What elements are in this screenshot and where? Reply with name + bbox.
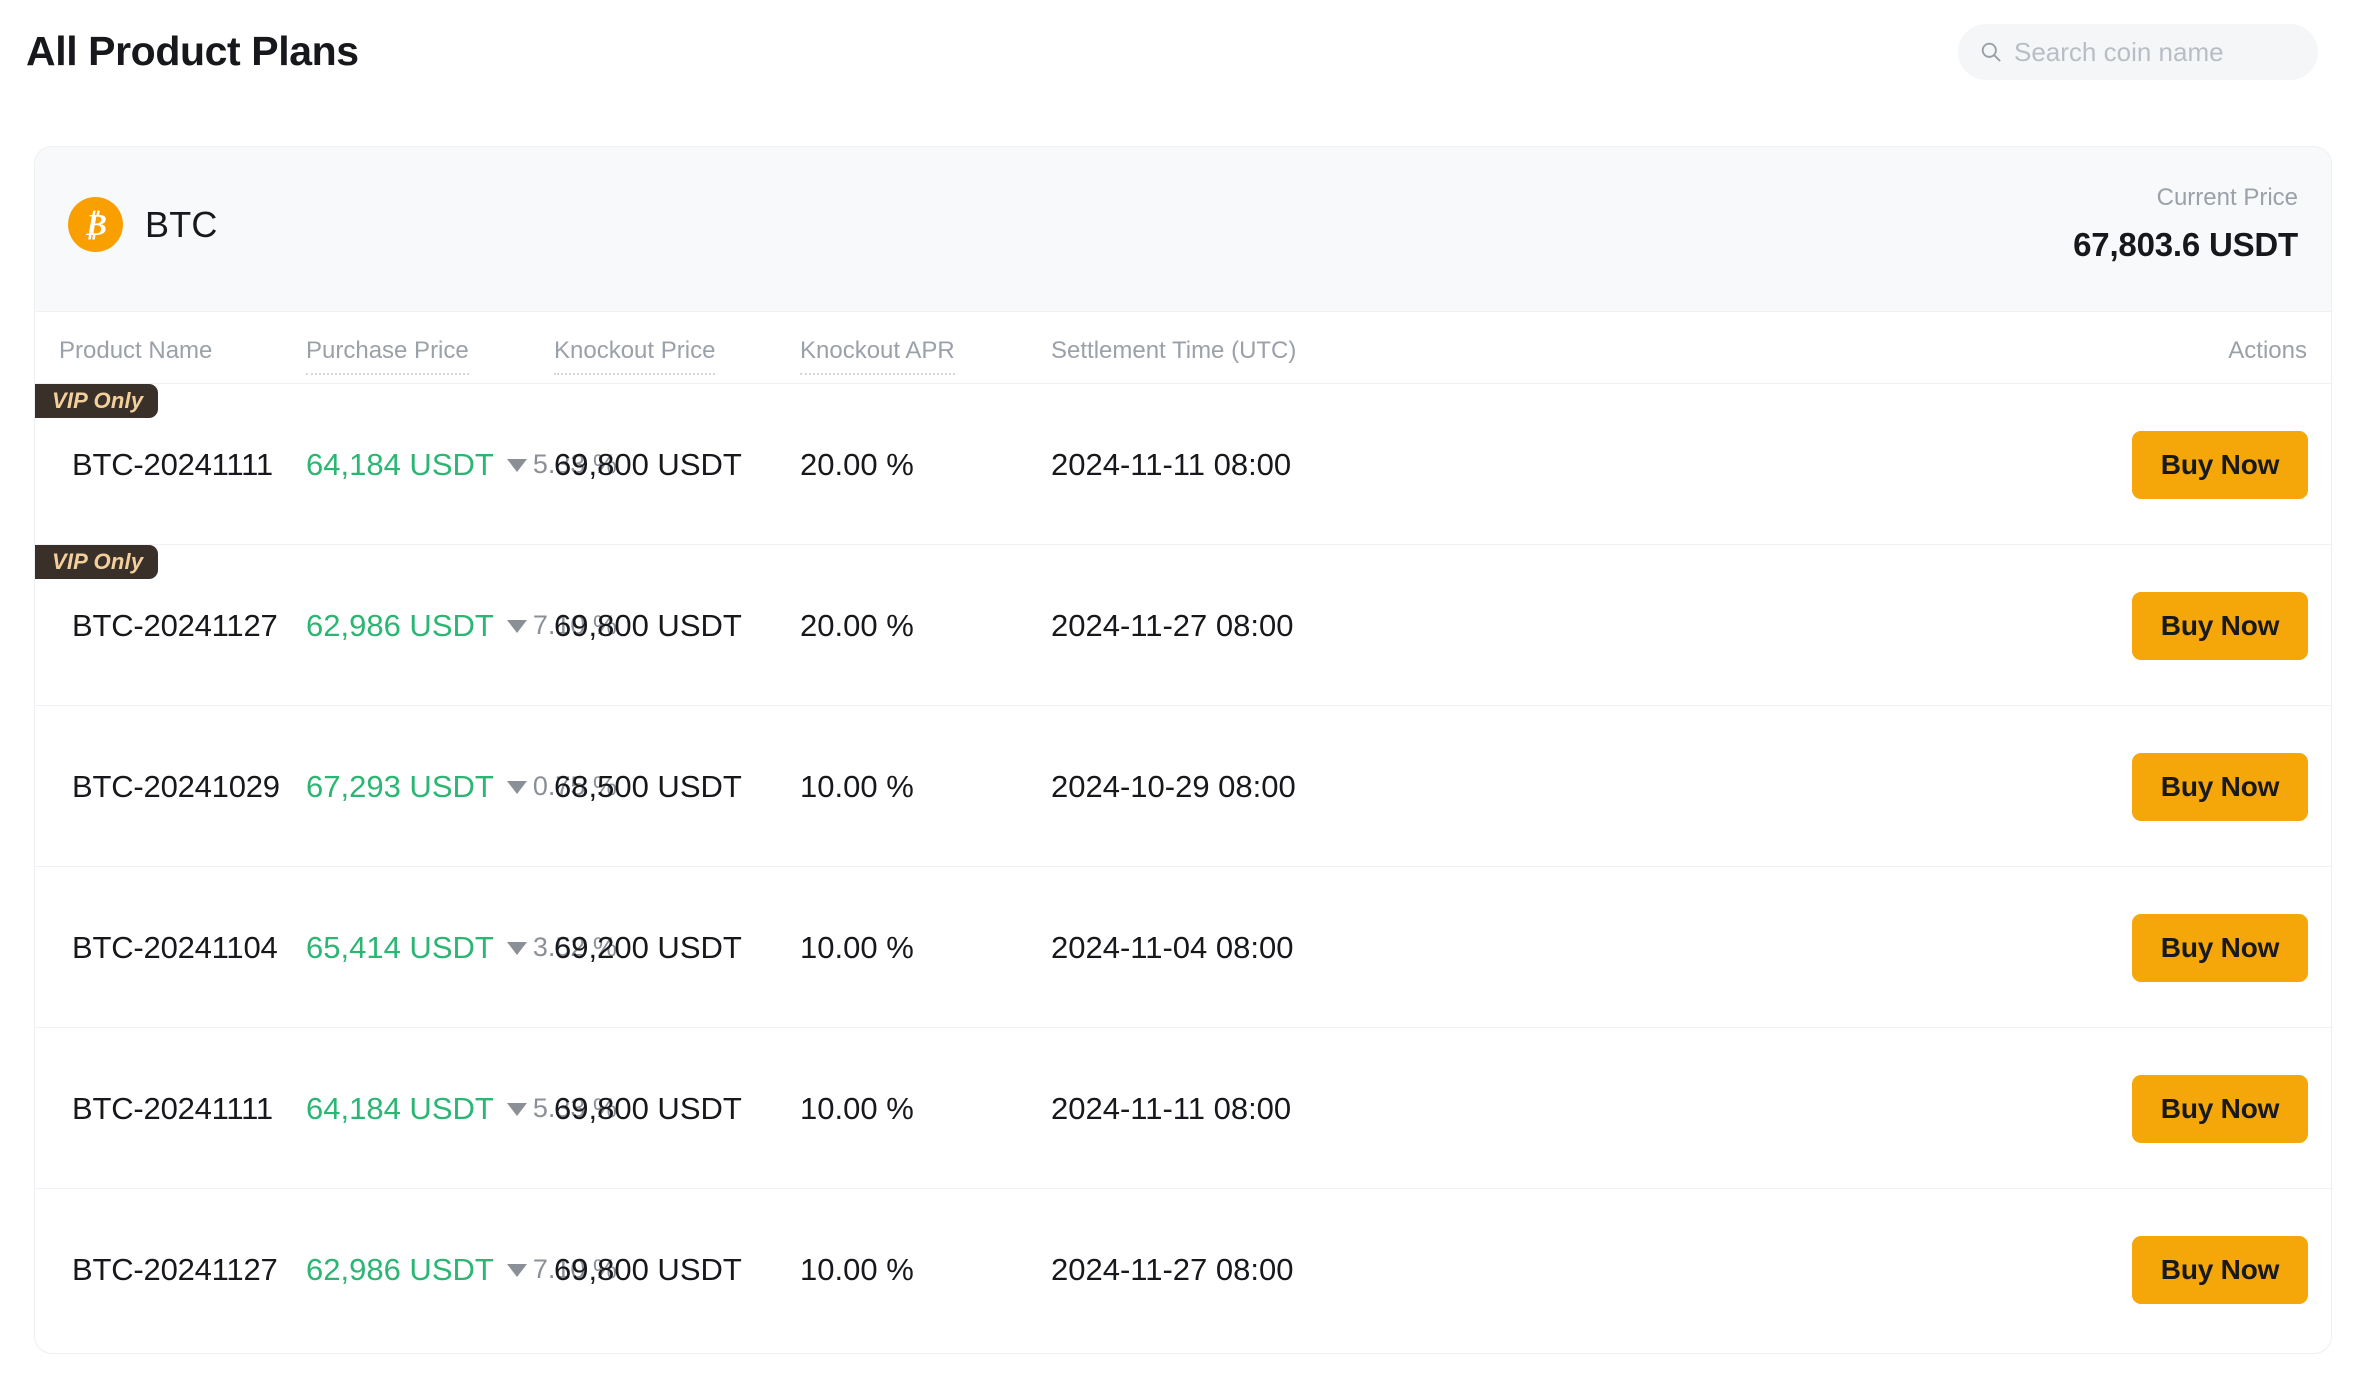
cell-knockout-apr: 10.00 % [800, 1090, 914, 1126]
table-row: VIP Only BTC-20241111 64,184 USDT 5.33 % 69,… [35, 384, 2331, 545]
product-plans-table: Product Name Purchase Price Knockout Pri… [35, 312, 2331, 1350]
search-input[interactable] [2014, 32, 2349, 72]
cell-actions: Buy Now [2132, 706, 2308, 867]
page-title: All Product Plans [26, 28, 359, 74]
cell-product-name: BTC-20241104 [72, 929, 278, 965]
buy-now-button[interactable]: Buy Now [2132, 430, 2308, 499]
cell-knockout-apr: 20.00 % [800, 446, 914, 482]
bitcoin-icon: ₿ [68, 197, 123, 252]
purchase-price-value: 64,184 USDT [306, 1090, 494, 1126]
table-row: BTC-20241104 65,414 USDT 3.52 % 69,200 USDT… [35, 867, 2331, 1028]
purchase-price-value: 64,184 USDT [306, 446, 494, 482]
triangle-down-icon [506, 459, 527, 472]
cell-product-name: BTC-20241111 [72, 1090, 273, 1126]
cell-settlement-time: 2024-11-11 08:00 [1051, 446, 1292, 482]
cell-settlement-time: 2024-10-29 08:00 [1051, 768, 1296, 804]
current-price-label: Current Price [2156, 184, 2298, 211]
buy-now-button[interactable]: Buy Now [2132, 1235, 2308, 1304]
coin-symbol: BTC [145, 203, 218, 245]
cell-knockout-apr: 10.00 % [800, 1251, 914, 1287]
cell-knockout-price: 69,800 USDT [554, 446, 742, 482]
cell-settlement-time: 2024-11-27 08:00 [1051, 607, 1294, 643]
search-icon [1980, 41, 2002, 63]
current-price-block: Current Price 67,803.6 USDT [2073, 181, 2298, 266]
column-header-purchase-price[interactable]: Purchase Price [306, 336, 469, 375]
coin-header: ₿ BTC Current Price 67,803.6 USDT [35, 147, 2331, 312]
product-plans-page: All Product Plans ₿ BTC [0, 0, 2366, 1378]
cell-actions: Buy Now [2132, 1189, 2308, 1350]
cell-actions: Buy Now [2132, 545, 2308, 706]
cell-knockout-apr: 10.00 % [800, 929, 914, 965]
buy-now-button[interactable]: Buy Now [2132, 591, 2308, 660]
coin-identity: ₿ BTC [68, 197, 218, 252]
cell-product-name: BTC-20241029 [72, 768, 280, 804]
cell-product-name: BTC-20241127 [72, 607, 278, 643]
cell-knockout-apr: 10.00 % [800, 768, 914, 804]
cell-settlement-time: 2024-11-27 08:00 [1051, 1251, 1294, 1287]
table-row: VIP Only BTC-20241127 62,986 USDT 7.10 % 69,… [35, 545, 2331, 706]
triangle-down-icon [506, 1264, 527, 1277]
cell-knockout-price: 69,200 USDT [554, 929, 742, 965]
buy-now-button[interactable]: Buy Now [2132, 913, 2308, 982]
cell-settlement-time: 2024-11-04 08:00 [1051, 929, 1294, 965]
column-header-product-name: Product Name [59, 337, 213, 364]
cell-product-name: BTC-20241111 [72, 446, 273, 482]
purchase-price-value: 62,986 USDT [306, 1251, 494, 1287]
triangle-down-icon [506, 620, 527, 633]
current-price-value: 67,803.6 USDT [2073, 226, 2298, 263]
column-header-knockout-price[interactable]: Knockout Price [554, 336, 716, 375]
cell-knockout-price: 68,500 USDT [554, 768, 742, 804]
column-header-knockout-apr[interactable]: Knockout APR [800, 336, 955, 375]
table-row: BTC-20241111 64,184 USDT 5.33 % 69,800 USDT… [35, 1028, 2331, 1189]
cell-knockout-price: 69,800 USDT [554, 1251, 742, 1287]
cell-knockout-apr: 20.00 % [800, 607, 914, 643]
search-box[interactable] [1958, 24, 2349, 80]
column-header-settlement-time: Settlement Time (UTC) [1051, 337, 1297, 364]
cell-actions: Buy Now [2132, 384, 2308, 545]
column-header-actions: Actions [2228, 337, 2307, 364]
table-row: BTC-20241029 67,293 USDT 0.75 % 68,500 USDT… [35, 706, 2331, 867]
page-header: All Product Plans [0, 0, 2366, 110]
triangle-down-icon [506, 781, 527, 794]
cell-actions: Buy Now [2132, 867, 2308, 1028]
buy-now-button[interactable]: Buy Now [2132, 752, 2308, 821]
table-header-row: Product Name Purchase Price Knockout Pri… [35, 312, 2331, 384]
purchase-price-value: 65,414 USDT [306, 929, 494, 965]
buy-now-button[interactable]: Buy Now [2132, 1074, 2308, 1143]
table-row: BTC-20241127 62,986 USDT 7.10 % 69,800 USDT… [35, 1189, 2331, 1350]
svg-text:₿: ₿ [84, 207, 107, 242]
purchase-price-value: 62,986 USDT [306, 607, 494, 643]
cell-settlement-time: 2024-11-11 08:00 [1051, 1090, 1292, 1126]
purchase-price-value: 67,293 USDT [306, 768, 494, 804]
table-body: VIP Only BTC-20241111 64,184 USDT 5.33 % 69,… [35, 384, 2331, 1350]
cell-knockout-price: 69,800 USDT [554, 1090, 742, 1126]
cell-product-name: BTC-20241127 [72, 1251, 278, 1287]
cell-actions: Buy Now [2132, 1028, 2308, 1189]
cell-knockout-price: 69,800 USDT [554, 607, 742, 643]
coin-product-card: ₿ BTC Current Price 67,803.6 USDT Produc… [34, 146, 2332, 1354]
triangle-down-icon [506, 942, 527, 955]
triangle-down-icon [506, 1103, 527, 1116]
